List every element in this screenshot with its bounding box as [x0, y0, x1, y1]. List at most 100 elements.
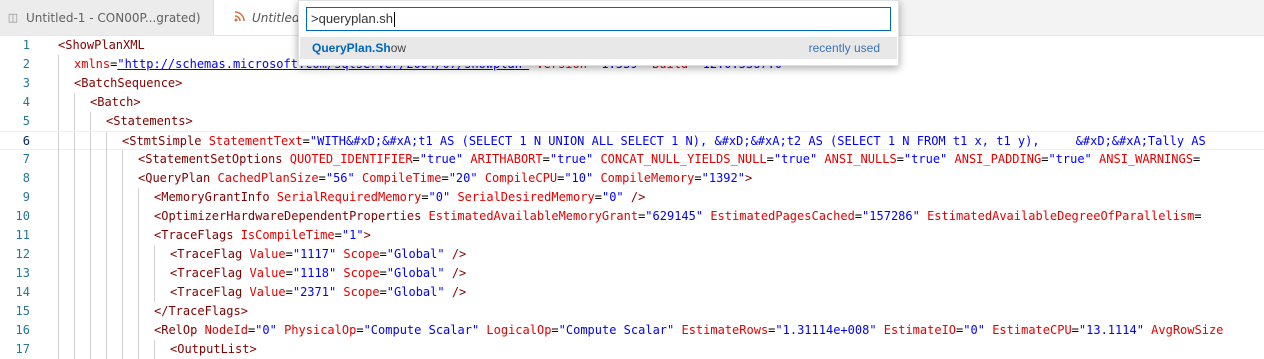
line-number: 11 — [15, 228, 30, 242]
indent-guide — [122, 340, 123, 359]
command-palette: >queryplan.sh QueryPlan.Show recently us… — [298, 0, 899, 66]
code-token: > — [363, 228, 371, 242]
command-name: QueryPlan.Show — [312, 37, 406, 59]
code-token: = — [379, 247, 387, 261]
editor-line[interactable]: 12 <TraceFlag Value="1117" Scope="Global"… — [0, 245, 1264, 264]
line-number: 3 — [22, 76, 30, 90]
code-token: <OptimizerHardwareDependentProperties — [154, 209, 422, 223]
code-text: </TraceFlags> — [154, 302, 248, 321]
tab-untitled-1[interactable]: ◫ Untitled-1 - CON00P...grated) — [0, 0, 214, 35]
code-editor[interactable]: 1<ShowPlanXML2xmlns="http://schemas.micr… — [0, 36, 1264, 359]
code-text: <StmtSimple StatementText="WITH&#xD;&#xA… — [122, 132, 1206, 151]
indent-guide — [58, 132, 59, 151]
editor-line[interactable]: 13 <TraceFlag Value="1118" Scope="Global"… — [0, 264, 1264, 283]
line-number: 6 — [22, 134, 30, 148]
editor-line[interactable]: 6 <StmtSimple StatementText="WITH&#xD;&#x… — [0, 131, 1264, 151]
command-palette-input[interactable]: >queryplan.sh — [306, 7, 891, 31]
editor-line[interactable]: 16 <RelOp NodeId="0" PhysicalOp="Compute … — [0, 321, 1264, 340]
code-token: "true" — [549, 152, 594, 166]
editor-line[interactable]: 14 <TraceFlag Value="2371" Scope="Global"… — [0, 283, 1264, 302]
editor-line[interactable]: 15 </TraceFlags> — [0, 302, 1264, 321]
code-token: = — [334, 228, 342, 242]
code-token: Scope — [336, 266, 380, 280]
code-text: <TraceFlag Value="1118" Scope="Global" /… — [170, 264, 466, 283]
indent-guide — [58, 226, 59, 245]
command-palette-item-queryplan-show[interactable]: QueryPlan.Show recently used — [300, 37, 897, 59]
indent-guide — [74, 169, 75, 188]
code-token: = — [1071, 323, 1079, 337]
editor-line[interactable]: 10 <OptimizerHardwareDependentProperties … — [0, 207, 1264, 226]
editor-line[interactable]: 8 <QueryPlan CachedPlanSize="56" CompileT… — [0, 169, 1264, 188]
editor-line[interactable]: 11 <TraceFlags IsCompileTime="1"> — [0, 226, 1264, 245]
code-token: > — [744, 171, 753, 185]
code-token: "Compute Scalar" — [558, 323, 675, 337]
indent-guide — [122, 283, 123, 302]
code-token: <ShowPlanXML — [58, 38, 145, 52]
code-token: xmlns — [74, 57, 111, 71]
indent-guide — [90, 169, 91, 188]
code-token: <BatchSequence> — [74, 76, 183, 90]
indent-guide — [106, 283, 107, 302]
code-text: <Batch> — [90, 93, 141, 112]
code-text: <MemoryGrantInfo SerialRequiredMemory="0… — [154, 188, 645, 207]
code-token: /> — [623, 190, 646, 204]
command-palette-input-value: >queryplan.sh — [311, 11, 394, 26]
code-token: <RelOp — [154, 323, 198, 337]
code-token: <Batch> — [90, 95, 141, 109]
code-token: EstimatedPagesCached — [703, 209, 855, 223]
editor-line[interactable]: 7 <StatementSetOptions QUOTED_IDENTIFIER=… — [0, 150, 1264, 169]
editor-line[interactable]: 17 <OutputList> — [0, 340, 1264, 359]
code-token: </TraceFlags> — [154, 304, 248, 318]
line-number: 4 — [22, 95, 30, 109]
line-number: 10 — [15, 209, 30, 223]
indent-guide — [106, 302, 107, 321]
code-token: = — [285, 285, 293, 299]
code-token: <QueryPlan — [138, 171, 211, 185]
indent-guide — [106, 321, 107, 340]
editor-line[interactable]: 3 <BatchSequence> — [0, 74, 1264, 93]
line-number: 9 — [22, 190, 30, 204]
indent-guide — [58, 283, 59, 302]
code-text: <TraceFlag Value="1117" Scope="Global" /… — [170, 245, 466, 264]
code-token: = — [694, 171, 702, 185]
indent-guide — [58, 302, 59, 321]
line-number: 13 — [15, 266, 30, 280]
indent-guide — [122, 169, 123, 188]
indent-guide — [138, 207, 139, 226]
editor-line[interactable]: 9 <MemoryGrantInfo SerialRequiredMemory="… — [0, 188, 1264, 207]
code-token: <TraceFlag — [170, 247, 243, 261]
indent-guide — [138, 283, 139, 302]
indent-guide — [74, 150, 75, 169]
code-token: = — [302, 134, 310, 148]
code-text: <TraceFlags IsCompileTime="1"> — [154, 226, 371, 245]
code-token: "true" — [1048, 152, 1092, 166]
code-token: "13.1114" — [1078, 323, 1144, 337]
code-token: = — [1194, 209, 1202, 223]
code-token: CompileTime — [354, 171, 442, 185]
editor-line[interactable]: 5 <Statements> — [0, 112, 1264, 131]
code-token: "10" — [564, 171, 594, 185]
code-token: EstimateCPU — [984, 323, 1072, 337]
code-token: = — [1192, 152, 1201, 166]
indent-guide — [74, 112, 75, 131]
code-text: <RelOp NodeId="0" PhysicalOp="Compute Sc… — [154, 321, 1223, 340]
code-token: "1.31114e+008" — [775, 323, 877, 337]
indent-guide — [106, 226, 107, 245]
code-token: "Global" — [386, 285, 445, 299]
editor-line[interactable]: 4 <Batch> — [0, 93, 1264, 112]
indent-guide — [90, 264, 91, 283]
code-token: "0" — [428, 190, 451, 204]
indent-guide — [154, 340, 155, 359]
indent-guide — [74, 245, 75, 264]
code-token: = — [896, 152, 904, 166]
indent-guide — [122, 226, 123, 245]
indent-guide — [58, 264, 59, 283]
code-token: EstimateRows — [674, 323, 769, 337]
code-token: EstimateIO — [876, 323, 957, 337]
code-token: <MemoryGrantInfo — [154, 190, 270, 204]
tab-untitled-2[interactable]: Untitled- — [214, 0, 304, 35]
code-token: AvgRowSize — [1143, 323, 1224, 337]
indent-guide — [58, 321, 59, 340]
indent-guide — [154, 245, 155, 264]
line-number: 1 — [22, 38, 30, 52]
